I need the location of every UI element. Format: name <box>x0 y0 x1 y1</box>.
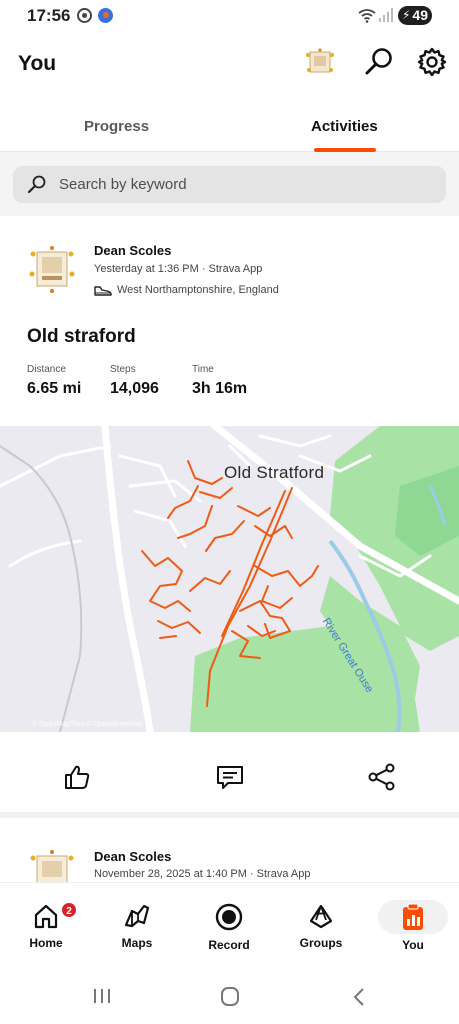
nav-label: Home <box>29 936 63 950</box>
activity-timestamp: November 28, 2025 at 1:40 PM · Strava Ap… <box>94 868 311 880</box>
activity-timestamp: Yesterday at 1:36 PM · Strava App <box>94 263 263 275</box>
athlete-name[interactable]: Dean Scoles <box>94 243 171 258</box>
battery-level: 49 <box>412 7 428 23</box>
search-icon[interactable] <box>363 46 395 78</box>
system-navigation-bar <box>0 960 459 1024</box>
wifi-icon <box>358 9 376 23</box>
groups-icon <box>309 904 333 929</box>
activity-map[interactable]: Old Stratford River Great Ouse © OpenMap… <box>0 426 459 732</box>
search-input[interactable]: Search by keyword <box>13 166 446 203</box>
page-title: You <box>18 52 57 75</box>
activity-actions <box>0 732 459 818</box>
map-attribution: © OpenMapTiles © OpenStreetMap <box>32 721 143 728</box>
bottom-navigation: 2 Home Maps Record Groups You <box>0 882 459 960</box>
share-icon[interactable] <box>367 762 397 792</box>
recent-apps-icon[interactable] <box>92 987 112 1005</box>
activity-location: West Northamptonshire, England <box>117 284 279 296</box>
search-area: Search by keyword <box>0 152 459 216</box>
activity-card[interactable]: Dean Scoles November 28, 2025 at 1:40 PM… <box>0 824 459 882</box>
kudos-thumbs-up-icon[interactable] <box>62 762 92 792</box>
nav-you[interactable]: You <box>375 891 451 952</box>
stat-distance: Distance 6.65 mi <box>27 364 81 398</box>
comment-icon[interactable] <box>215 762 245 792</box>
stat-time: Time 3h 16m <box>192 364 247 398</box>
stat-value: 6.65 mi <box>27 380 82 397</box>
search-placeholder: Search by keyword <box>59 176 187 193</box>
whatsapp-notification-icon <box>77 8 92 23</box>
stat-label: Steps <box>110 364 136 375</box>
profile-avatar[interactable] <box>304 46 336 78</box>
nav-label: Maps <box>121 936 153 950</box>
tab-progress[interactable]: Progress <box>84 118 149 135</box>
stat-steps: Steps 14,096 <box>110 364 159 398</box>
profile-tabs: Progress Activities <box>0 100 459 152</box>
map-place-label: Old Stratford <box>224 463 325 482</box>
status-bar: 17:56 ⚡ 49 <box>0 0 459 32</box>
activity-card[interactable]: Dean Scoles Yesterday at 1:36 PM · Strav… <box>0 216 459 818</box>
you-icon <box>403 903 423 930</box>
nav-maps[interactable]: Maps <box>99 891 175 951</box>
app-notification-icon <box>98 8 113 23</box>
charging-icon: ⚡ <box>402 8 411 22</box>
stat-label: Time <box>192 364 214 375</box>
battery-indicator: ⚡ 49 <box>398 6 432 25</box>
maps-icon <box>124 904 150 928</box>
nav-home[interactable]: 2 Home <box>8 891 84 951</box>
nav-label: You <box>402 938 424 952</box>
notification-badge: 2 <box>60 901 78 919</box>
athlete-avatar[interactable] <box>27 244 77 294</box>
shoe-icon <box>94 286 112 296</box>
nav-groups[interactable]: Groups <box>283 891 359 951</box>
home-icon <box>34 904 58 929</box>
stat-value: 3h 16m <box>192 380 248 397</box>
settings-gear-icon[interactable] <box>416 46 448 78</box>
nav-label: Record <box>208 938 250 952</box>
tab-activities[interactable]: Activities <box>311 118 378 135</box>
screen: 17:56 ⚡ 49 You Progress Activities Searc… <box>0 0 459 1024</box>
home-button-icon[interactable] <box>220 987 240 1007</box>
nav-record[interactable]: Record <box>191 891 267 952</box>
athlete-name[interactable]: Dean Scoles <box>94 849 171 864</box>
status-time: 17:56 <box>27 6 71 25</box>
search-icon <box>27 175 46 194</box>
back-icon[interactable] <box>351 987 367 1007</box>
stat-value: 14,096 <box>110 380 159 397</box>
signal-icon <box>379 8 393 22</box>
nav-label: Groups <box>299 936 343 950</box>
record-icon <box>215 903 243 931</box>
app-header: You <box>0 36 459 92</box>
athlete-avatar[interactable] <box>27 848 77 882</box>
stat-label: Distance <box>27 364 66 375</box>
activity-title[interactable]: Old straford <box>27 326 136 348</box>
